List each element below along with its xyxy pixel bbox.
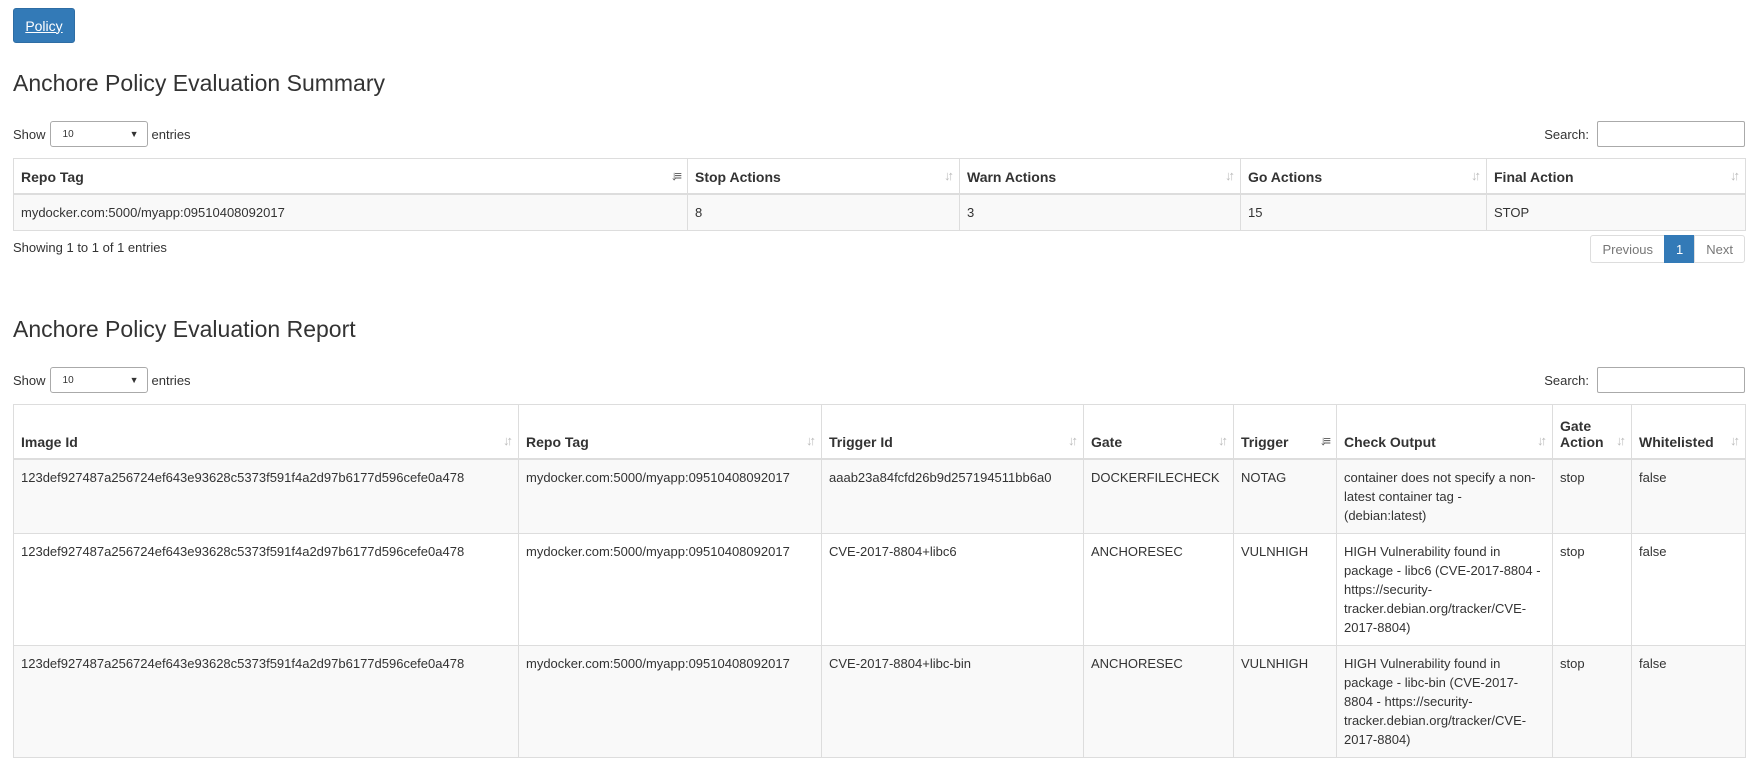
sort-icon: ↓↑ [944, 167, 954, 183]
sort-icon: ↓↑ [1218, 432, 1228, 448]
col-image-id[interactable]: Image Id ↓↑ [13, 404, 519, 460]
report-title: Anchore Policy Evaluation Report [13, 316, 356, 342]
report-table: Image Id ↓↑ Repo Tag ↓↑ Trigger Id ↓↑ Gate ↓… [13, 404, 1746, 758]
cell-gate: ANCHORESEC [1083, 644, 1234, 758]
sort-icon: ↓↑ [1616, 432, 1626, 448]
cell-check-output: HIGH Vulnerability found in package - li… [1336, 532, 1553, 646]
table-row: 123def927487a256724ef643e93628c5373f591f… [13, 644, 1746, 758]
col-whitelisted[interactable]: Whitelisted ↓↑ [1631, 404, 1746, 460]
sort-icon: ↓↑ [1537, 432, 1547, 448]
summary-search-label: Search: [1544, 126, 1589, 142]
cell-trigger-id: CVE-2017-8804+libc-bin [821, 644, 1084, 758]
cell-whitelisted: false [1631, 458, 1746, 534]
summary-page-length-value: 10 [62, 128, 74, 140]
sort-icon: ↓↑ [1471, 167, 1481, 183]
chevron-down-icon: ▼ [129, 129, 139, 139]
page-1-button[interactable]: 1 [1664, 235, 1696, 263]
col-check-output[interactable]: Check Output ↓↑ [1336, 404, 1553, 460]
sort-icon: ↓↑ [806, 432, 816, 448]
sort-ascending-icon: ↓≡ [670, 167, 682, 183]
cell-trigger: VULNHIGH [1233, 532, 1337, 646]
cell-image-id: 123def927487a256724ef643e93628c5373f591f… [13, 644, 519, 758]
summary-pagination: Previous 1 Next [1590, 235, 1745, 263]
summary-entries-label: entries [151, 126, 191, 142]
sort-ascending-icon: ↓≡ [1319, 432, 1331, 448]
sort-icon: ↓↑ [1225, 167, 1235, 183]
chevron-down-icon: ▼ [129, 375, 139, 385]
col-final-action[interactable]: Final Action ↓↑ [1486, 158, 1746, 195]
summary-search: Search: [1544, 121, 1745, 147]
col-go-actions[interactable]: Go Actions ↓↑ [1240, 158, 1487, 195]
cell-go-actions: 15 [1240, 193, 1487, 231]
summary-table: Repo Tag ↓≡ Stop Actions ↓↑ Warn Actions ↓↑… [13, 158, 1746, 231]
summary-search-input[interactable] [1597, 121, 1745, 147]
table-row: 123def927487a256724ef643e93628c5373f591f… [13, 458, 1746, 534]
cell-repo-tag: mydocker.com:5000/myapp:09510408092017 [518, 532, 822, 646]
summary-title: Anchore Policy Evaluation Summary [13, 70, 385, 96]
report-search-label: Search: [1544, 372, 1589, 388]
cell-check-output: container does not specify a non-latest … [1336, 458, 1553, 534]
cell-repo-tag: mydocker.com:5000/myapp:09510408092017 [13, 193, 688, 231]
cell-gate-action: stop [1552, 644, 1632, 758]
report-page-length-value: 10 [62, 374, 74, 386]
cell-final-action: STOP [1486, 193, 1746, 231]
report-page-length-select[interactable]: 10 ▼ [49, 367, 148, 393]
table-row: 123def927487a256724ef643e93628c5373f591f… [13, 532, 1746, 646]
summary-length-control: Show 10 ▼ entries [13, 121, 191, 147]
cell-trigger-id: CVE-2017-8804+libc6 [821, 532, 1084, 646]
cell-image-id: 123def927487a256724ef643e93628c5373f591f… [13, 458, 519, 534]
report-entries-label: entries [151, 372, 191, 388]
sort-icon: ↓↑ [1730, 167, 1740, 183]
previous-button[interactable]: Previous [1590, 235, 1666, 263]
col-stop-actions[interactable]: Stop Actions ↓↑ [687, 158, 960, 195]
report-search: Search: [1544, 367, 1745, 393]
cell-trigger-id: aaab23a84fcfd26b9d257194511bb6a0 [821, 458, 1084, 534]
sort-icon: ↓↑ [1068, 432, 1078, 448]
report-search-input[interactable] [1597, 367, 1745, 393]
col-warn-actions[interactable]: Warn Actions ↓↑ [959, 158, 1241, 195]
sort-icon: ↓↑ [503, 432, 513, 448]
cell-whitelisted: false [1631, 532, 1746, 646]
col-repo-tag[interactable]: Repo Tag ↓≡ [13, 158, 688, 195]
summary-page-length-select[interactable]: 10 ▼ [49, 121, 148, 147]
cell-gate: DOCKERFILECHECK [1083, 458, 1234, 534]
cell-check-output: HIGH Vulnerability found in package - li… [1336, 644, 1553, 758]
cell-whitelisted: false [1631, 644, 1746, 758]
col-trigger-id[interactable]: Trigger Id ↓↑ [821, 404, 1084, 460]
cell-warn-actions: 3 [959, 193, 1241, 231]
policy-button[interactable]: Policy [13, 8, 75, 43]
cell-stop-actions: 8 [687, 193, 960, 231]
summary-show-label: Show [13, 126, 46, 142]
cell-repo-tag: mydocker.com:5000/myapp:09510408092017 [518, 458, 822, 534]
cell-trigger: VULNHIGH [1233, 644, 1337, 758]
col-gate[interactable]: Gate ↓↑ [1083, 404, 1234, 460]
col-repo-tag[interactable]: Repo Tag ↓↑ [518, 404, 822, 460]
cell-gate: ANCHORESEC [1083, 532, 1234, 646]
report-length-control: Show 10 ▼ entries [13, 367, 191, 393]
sort-icon: ↓↑ [1730, 432, 1740, 448]
cell-gate-action: stop [1552, 458, 1632, 534]
summary-info: Showing 1 to 1 of 1 entries [13, 240, 167, 255]
cell-repo-tag: mydocker.com:5000/myapp:09510408092017 [518, 644, 822, 758]
cell-gate-action: stop [1552, 532, 1632, 646]
report-show-label: Show [13, 372, 46, 388]
cell-image-id: 123def927487a256724ef643e93628c5373f591f… [13, 532, 519, 646]
col-gate-action[interactable]: Gate Action ↓↑ [1552, 404, 1632, 460]
cell-trigger: NOTAG [1233, 458, 1337, 534]
col-trigger[interactable]: Trigger ↓≡ [1233, 404, 1337, 460]
table-row: mydocker.com:5000/myapp:09510408092017 8… [13, 193, 1746, 231]
next-button[interactable]: Next [1694, 235, 1745, 263]
